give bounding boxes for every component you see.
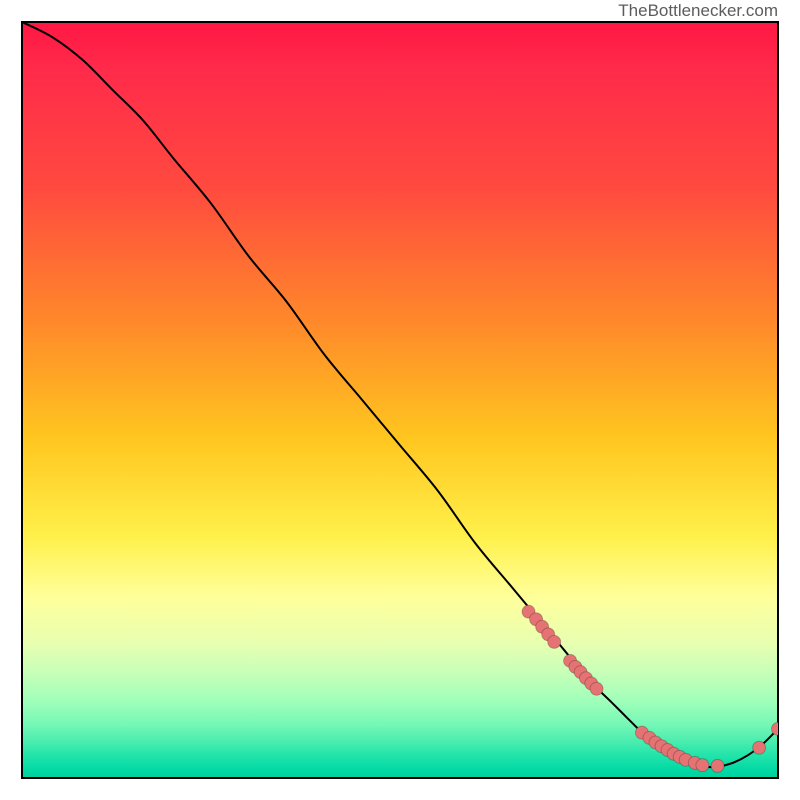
bottleneck-curve [22,22,778,767]
attribution-label: TheBottlenecker.com [618,0,778,22]
chart-overlay [22,22,778,778]
curve-markers [522,605,778,772]
chart-container: TheBottlenecker.com [0,0,800,800]
curve-marker [590,682,603,695]
curve-marker [711,759,724,772]
chart-plot-area [22,22,778,778]
curve-marker [753,741,766,754]
curve-marker [548,635,561,648]
curve-marker [696,759,709,772]
